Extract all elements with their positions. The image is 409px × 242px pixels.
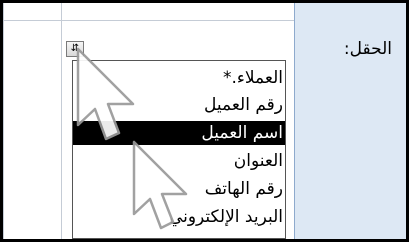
field-properties-panel: الحقل: [294, 3, 406, 239]
mouse-pointer-icon [132, 140, 188, 230]
screenshot-frame: ⇵ العملاء.* رقم العميل اسم العميل العنوا… [0, 0, 409, 242]
mouse-pointer-icon [76, 47, 135, 141]
field-label: الحقل: [343, 39, 392, 59]
grid-header-line [3, 20, 294, 21]
grid-column-divider [61, 3, 62, 239]
grid-column-divider [3, 3, 4, 239]
